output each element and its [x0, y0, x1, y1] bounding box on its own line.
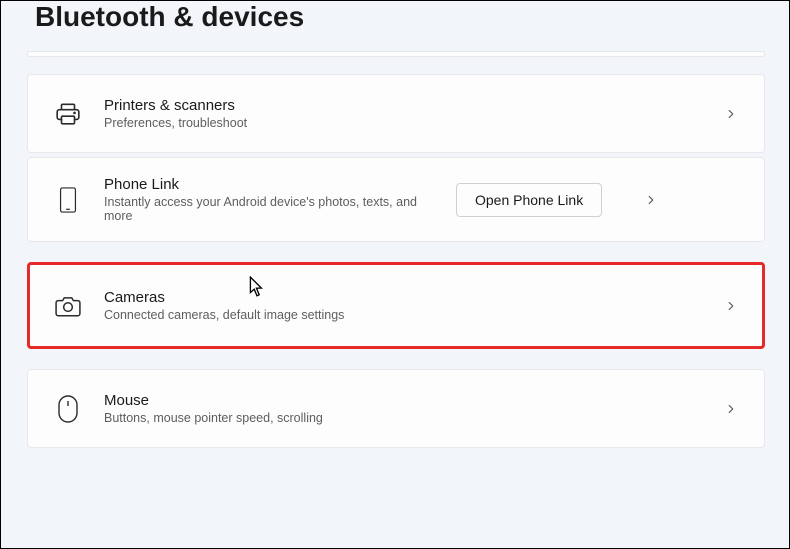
card-content: Phone Link Instantly access your Android…	[104, 176, 434, 223]
card-title: Phone Link	[104, 176, 434, 193]
settings-list: Printers & scanners Preferences, trouble…	[1, 51, 789, 450]
card-content: Printers & scanners Preferences, trouble…	[104, 97, 702, 130]
card-subtitle: Buttons, mouse pointer speed, scrolling	[104, 411, 702, 425]
card-title: Printers & scanners	[104, 97, 702, 114]
card-phone-link[interactable]: Phone Link Instantly access your Android…	[27, 157, 765, 242]
camera-icon	[54, 292, 82, 320]
card-title: Mouse	[104, 392, 702, 409]
partial-card-top	[27, 51, 765, 57]
card-content: Cameras Connected cameras, default image…	[104, 289, 702, 322]
card-printers-scanners[interactable]: Printers & scanners Preferences, trouble…	[27, 74, 765, 153]
open-phone-link-button[interactable]: Open Phone Link	[456, 183, 602, 217]
card-subtitle: Preferences, troubleshoot	[104, 116, 702, 130]
chevron-right-icon	[724, 299, 738, 313]
mouse-icon	[54, 395, 82, 423]
card-subtitle: Connected cameras, default image setting…	[104, 308, 702, 322]
card-title: Cameras	[104, 289, 702, 306]
card-cameras[interactable]: Cameras Connected cameras, default image…	[27, 262, 765, 349]
page-title: Bluetooth & devices	[35, 1, 789, 33]
card-mouse[interactable]: Mouse Buttons, mouse pointer speed, scro…	[27, 369, 765, 448]
chevron-right-icon	[644, 193, 658, 207]
phone-icon	[54, 186, 82, 214]
chevron-right-icon	[724, 402, 738, 416]
card-content: Mouse Buttons, mouse pointer speed, scro…	[104, 392, 702, 425]
card-subtitle: Instantly access your Android device's p…	[104, 195, 434, 223]
chevron-right-icon	[724, 107, 738, 121]
printer-icon	[54, 100, 82, 128]
